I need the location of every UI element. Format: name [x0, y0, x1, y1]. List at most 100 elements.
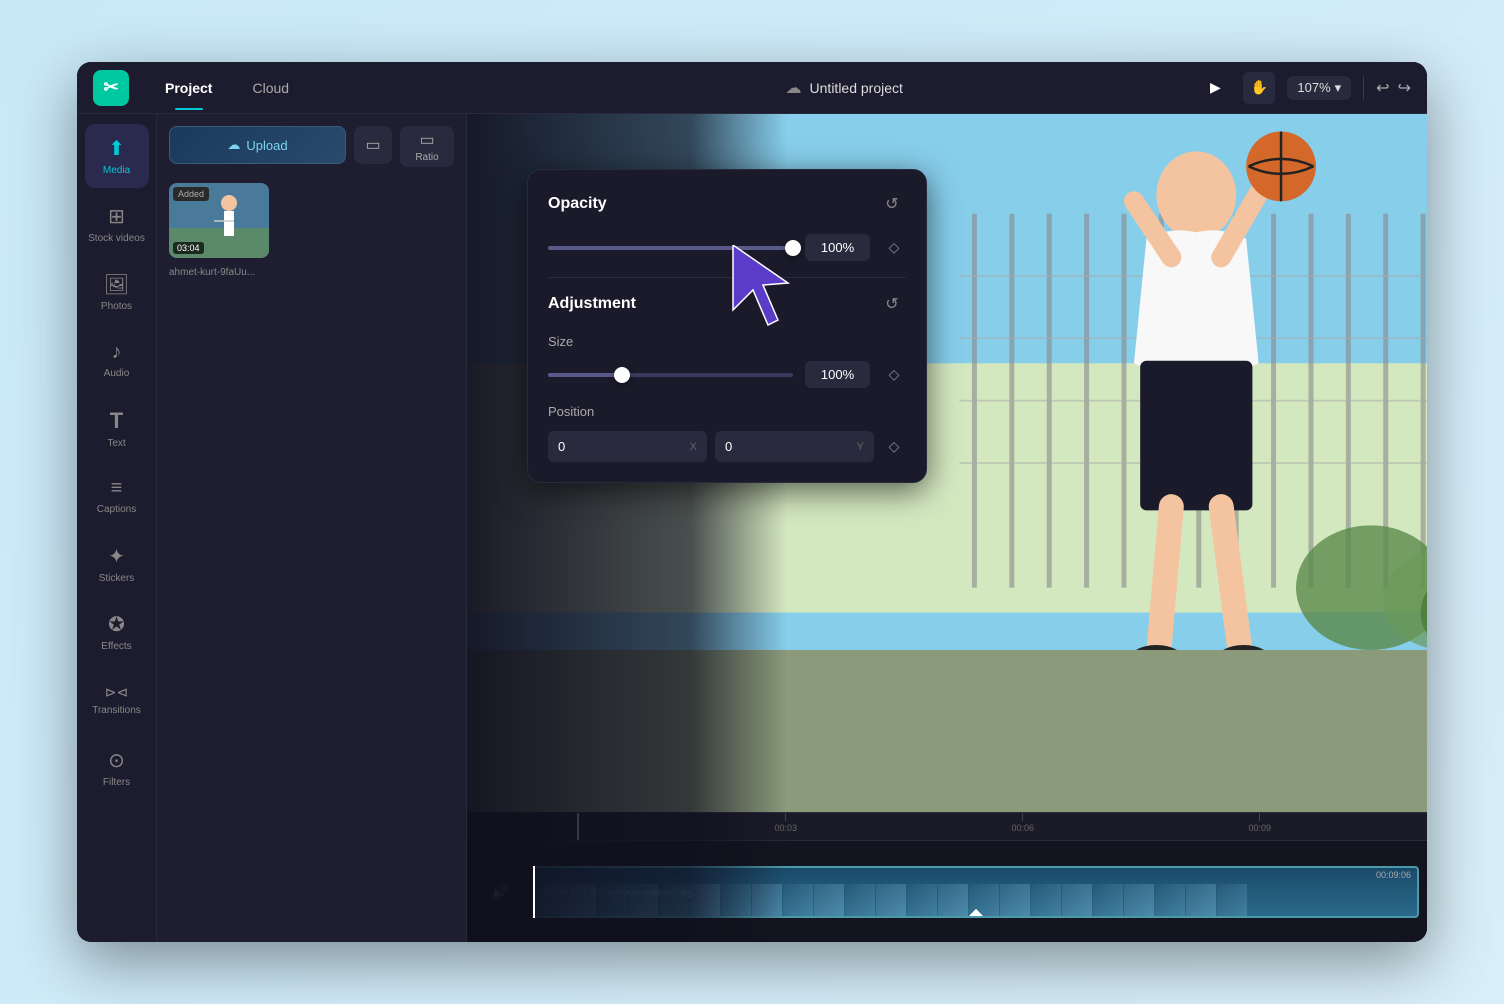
undo-redo-group: ↩ ↪ — [1376, 78, 1411, 98]
captions-icon: ≡ — [111, 477, 123, 500]
top-tabs: Project Cloud — [145, 74, 309, 102]
undo-button[interactable]: ↩ — [1376, 78, 1389, 98]
opacity-value-display: 100% — [805, 234, 870, 261]
photos-icon: 🖼 — [104, 272, 129, 297]
sidebar-item-captions[interactable]: ≡ Captions — [85, 464, 149, 528]
sidebar-item-filters[interactable]: ⊙ Filters — [85, 736, 149, 800]
opacity-keyframe-button[interactable]: ◇ — [882, 236, 906, 260]
tablet-button[interactable]: ▭ — [354, 126, 392, 164]
ruler-mark-0: 00:03 — [775, 813, 798, 833]
stock-videos-icon: ⊞ — [108, 204, 125, 229]
volume-icon[interactable]: 🔊 — [491, 883, 508, 900]
media-thumbnail-0[interactable]: Added 03:04 — [169, 183, 269, 258]
project-title-area: ☁ Untitled project — [786, 78, 903, 98]
clip-thumb-5 — [690, 884, 720, 916]
sidebar-label-filters: Filters — [103, 777, 130, 788]
size-keyframe-button[interactable]: ◇ — [882, 363, 906, 387]
ratio-button[interactable]: ▭ Ratio — [400, 126, 454, 167]
upload-button[interactable]: ☁ Upload — [169, 126, 346, 164]
opacity-reset-button[interactable]: ↺ — [878, 190, 906, 218]
opacity-title: Opacity — [548, 195, 607, 213]
adjustment-title: Adjustment — [548, 295, 636, 313]
sidebar-item-stickers[interactable]: ✦ Stickers — [85, 532, 149, 596]
stickers-icon: ✦ — [108, 544, 125, 569]
x-axis-label: X — [690, 441, 697, 453]
size-value-display: 100% — [805, 361, 870, 388]
media-item-0[interactable]: Added 03:04 ahmet-kurt-9faUu... — [169, 183, 454, 278]
timeline: 00:03 00:06 00:09 🔊 — [467, 812, 1427, 942]
effects-icon: ✪ — [108, 612, 125, 637]
clip-thumb-19 — [1124, 884, 1154, 916]
zoom-dropdown-icon: ▾ — [1335, 80, 1342, 96]
hand-tool-button[interactable]: ✋ — [1243, 72, 1275, 104]
clip-thumb-17 — [1062, 884, 1092, 916]
size-slider-track[interactable] — [548, 373, 793, 377]
audio-icon: ♪ — [112, 341, 122, 364]
clip-thumb-2 — [597, 884, 627, 916]
clip-thumb-13 — [938, 884, 968, 916]
sidebar-item-text[interactable]: T Text — [85, 396, 149, 460]
play-button[interactable]: ▶ — [1199, 72, 1231, 104]
position-y-value: 0 — [725, 439, 732, 454]
size-slider-row: 100% ◇ — [548, 361, 906, 388]
position-row: 0 X 0 Y ◇ — [548, 431, 906, 462]
text-icon: T — [110, 408, 123, 434]
position-keyframe-button[interactable]: ◇ — [882, 435, 906, 459]
position-x-input[interactable]: 0 X — [548, 431, 707, 462]
sidebar-label-effects: Effects — [101, 641, 131, 652]
track-volume-control: 🔊 — [475, 883, 525, 900]
clip-thumb-16 — [1031, 884, 1061, 916]
media-icon: ⬆ — [108, 136, 125, 161]
left-sidebar: ⬆ Media ⊞ Stock videos 🖼 Photos ♪ Audio … — [77, 114, 157, 942]
clip-thumb-21 — [1186, 884, 1216, 916]
clip-thumb-9 — [814, 884, 844, 916]
top-controls: ▶ ✋ 107% ▾ ↩ ↪ — [1199, 72, 1411, 104]
tablet-icon: ▭ — [365, 135, 380, 155]
clip-thumb-3 — [628, 884, 658, 916]
logo-icon: ✂ — [103, 77, 118, 98]
clip-thumb-11 — [876, 884, 906, 916]
tab-project[interactable]: Project — [145, 74, 232, 102]
sidebar-label-stickers: Stickers — [99, 573, 135, 584]
sidebar-item-stock-videos[interactable]: ⊞ Stock videos — [85, 192, 149, 256]
sidebar-item-effects[interactable]: ✪ Effects — [85, 600, 149, 664]
project-title: Untitled project — [810, 80, 903, 96]
sidebar-item-media[interactable]: ⬆ Media — [85, 124, 149, 188]
clip-thumb-12 — [907, 884, 937, 916]
zoom-control[interactable]: 107% ▾ — [1287, 76, 1351, 100]
adjustment-reset-button[interactable]: ↺ — [878, 290, 906, 318]
opacity-panel: Opacity ↺ 100% ◇ Adjustment ↺ — [527, 169, 927, 483]
position-x-value: 0 — [558, 439, 565, 454]
section-divider — [548, 277, 906, 278]
position-y-input[interactable]: 0 Y — [715, 431, 874, 462]
clip-thumb-8 — [783, 884, 813, 916]
logo-button[interactable]: ✂ — [93, 70, 129, 106]
sidebar-item-audio[interactable]: ♪ Audio — [85, 328, 149, 392]
timeline-ruler: 00:03 00:06 00:09 — [467, 813, 1427, 841]
clip-thumb-6 — [721, 884, 751, 916]
opacity-slider-track[interactable] — [548, 246, 793, 250]
ruler-mark-2: 00:09 — [1249, 813, 1272, 833]
zoom-level: 107% — [1297, 80, 1330, 95]
opacity-section-header: Opacity ↺ — [548, 190, 906, 218]
ruler-label-1: 00:06 — [1012, 823, 1035, 833]
toolbar-divider — [1363, 76, 1364, 100]
upload-icon: ☁ — [227, 137, 240, 153]
sidebar-item-transitions[interactable]: ⊳⊲ Transitions — [85, 668, 149, 732]
sidebar-label-media: Media — [103, 165, 130, 176]
redo-button[interactable]: ↪ — [1398, 78, 1411, 98]
video-track-area[interactable]: ahmet-kurt-9faUuqfxzvg-unsplash.jpg 00:0… — [533, 866, 1419, 918]
playhead[interactable] — [577, 813, 579, 840]
sidebar-label-text: Text — [107, 438, 125, 449]
opacity-slider-thumb[interactable] — [785, 240, 801, 256]
size-slider-fill — [548, 373, 622, 377]
size-slider-thumb[interactable] — [614, 367, 630, 383]
duration-badge-0: 03:04 — [173, 242, 204, 254]
sidebar-item-photos[interactable]: 🖼 Photos — [85, 260, 149, 324]
tab-cloud[interactable]: Cloud — [232, 74, 309, 102]
sidebar-label-photos: Photos — [101, 301, 132, 312]
clip-thumb-1 — [566, 884, 596, 916]
clip-thumb-22 — [1217, 884, 1247, 916]
video-clip[interactable]: ahmet-kurt-9faUuqfxzvg-unsplash.jpg 00:0… — [533, 866, 1419, 918]
main-content: ⬆ Media ⊞ Stock videos 🖼 Photos ♪ Audio … — [77, 114, 1427, 942]
